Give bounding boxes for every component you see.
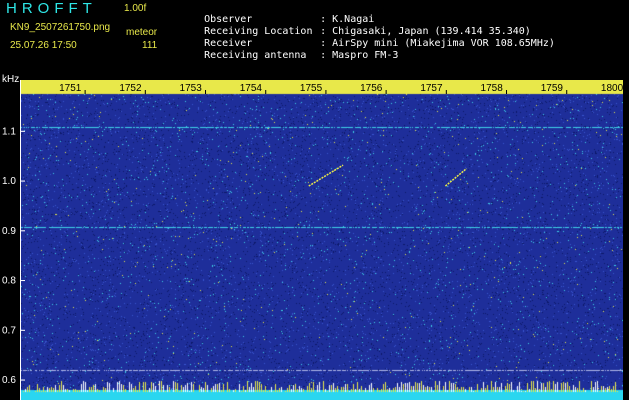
detection-mode: meteor <box>126 27 158 38</box>
y-tick-label: 0.8 <box>2 276 16 287</box>
meteor-trace <box>444 168 467 187</box>
meteor-count: 111 <box>142 40 158 51</box>
x-tick-label: 1754 <box>240 83 263 94</box>
x-tick-label: 1757 <box>420 83 443 94</box>
info-antenna: Receiving antenna : Maspro FM-3 <box>180 39 398 72</box>
y-tick-label: 0.7 <box>2 325 16 336</box>
info-value: : Maspro FM-3 <box>320 50 399 61</box>
x-tick-label: 1756 <box>360 83 383 94</box>
app-title: HROFFT <box>6 0 97 17</box>
info-label: Receiving antenna <box>204 50 307 61</box>
x-tick-label: 1753 <box>180 83 203 94</box>
x-tick-label: 1752 <box>119 83 142 94</box>
x-tick-label: 1755 <box>300 83 323 94</box>
hrofft-window: HROFFT 1.00f KN9_2507261750.png meteor 2… <box>0 0 629 400</box>
image-filename: KN9_2507261750.png <box>10 22 111 33</box>
y-tick-label: 1.0 <box>2 176 16 187</box>
spectrogram-plot: 1751 1752 1753 1754 1755 1756 1757 1758 1759 1800… <box>2 80 628 400</box>
app-version: 1.00f <box>124 3 147 14</box>
spectrogram-axes: 1751 1752 1753 1754 1755 1756 1757 1758 1759 1800… <box>2 83 628 386</box>
x-tick-label: 1759 <box>541 83 564 94</box>
capture-datetime: 25.07.26 17:50 <box>10 40 77 51</box>
meteor-trace <box>308 164 344 187</box>
y-axis-unit: kHz <box>2 74 20 85</box>
x-tick-label: 1758 <box>481 83 504 94</box>
y-tick-label: 1.1 <box>2 126 16 137</box>
y-tick-label: 0.6 <box>2 375 16 386</box>
x-tick-label: 1751 <box>59 83 82 94</box>
x-tick-label: 1800 <box>601 83 624 94</box>
y-tick-label: 0.9 <box>2 226 16 237</box>
